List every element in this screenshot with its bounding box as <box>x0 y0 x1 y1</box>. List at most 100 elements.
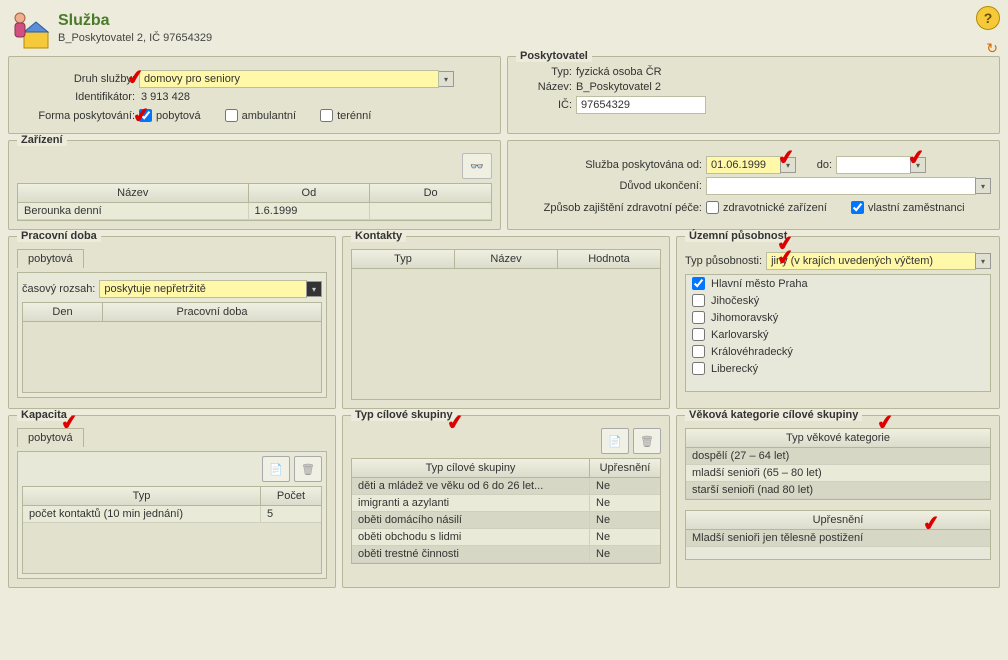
table-row[interactable]: oběti obchodu s lidmiNe <box>352 529 660 546</box>
contacts-col-hodnota: Hodnota <box>558 250 660 268</box>
provider-ic-label: IČ: <box>516 99 576 111</box>
territory-panel: Územní působnost ✔ Typ působnosti: jiný … <box>676 236 1000 409</box>
target-col-typ: Typ cílové skupiny <box>352 459 590 477</box>
service-type-panel: Druh služby: domovy pro seniory ▾ ✔ Iden… <box>8 56 501 134</box>
typ-pusobnosti-dropdown[interactable]: ▾ <box>975 253 991 269</box>
territory-legend: Územní působnost <box>685 230 791 242</box>
facility-col-od: Od <box>249 184 371 202</box>
table-row[interactable]: oběti domácího násilíNe <box>352 512 660 529</box>
typ-pusobnosti-input[interactable]: jiný (v krajích uvedených výčtem) <box>766 252 976 270</box>
provider-nazev-value: B_Poskytovatel 2 <box>576 81 661 93</box>
page-title: Služba <box>58 12 212 30</box>
age-category-panel: Věková kategorie cílové skupiny ✔ Typ vě… <box>676 415 1000 588</box>
terenni-checkbox[interactable] <box>320 109 333 122</box>
provider-typ-value: fyzická osoba ČR <box>576 66 662 78</box>
table-row[interactable]: starší senioři (nad 80 let) <box>686 482 990 499</box>
capacity-row[interactable]: počet kontaktů (10 min jednání) 5 <box>23 506 321 523</box>
add-target-button[interactable]: 📄 <box>601 428 629 454</box>
regions-list[interactable]: Hlavní město Praha Jihočeský Jihomoravsk… <box>685 274 991 392</box>
contacts-col-nazev: Název <box>455 250 558 268</box>
working-hours-legend: Pracovní doba <box>17 230 101 242</box>
table-row[interactable]: oběti trestné činnostiNe <box>352 546 660 563</box>
do-dropdown[interactable]: ▾ <box>910 157 926 173</box>
do-label: do: <box>796 159 836 171</box>
do-input[interactable] <box>836 156 911 174</box>
facility-row[interactable]: Berounka denní 1.6.1999 <box>18 203 491 220</box>
ambulantni-checkbox[interactable] <box>225 109 238 122</box>
region-item[interactable]: Jihomoravský <box>686 309 990 326</box>
facility-col-do: Do <box>370 184 491 202</box>
region-item[interactable]: Liberecký <box>686 360 990 377</box>
contacts-panel: Kontakty Typ Název Hodnota <box>342 236 670 409</box>
target-group-panel: Typ cílové skupiny ✔ 📄 🗑 Typ cílové skup… <box>342 415 670 588</box>
capacity-tab-pobytova[interactable]: pobytová <box>17 428 84 447</box>
zdravot-zarizeni-wrap[interactable]: zdravotnické zařízení <box>706 201 827 214</box>
tab-pobytova[interactable]: pobytová <box>17 249 84 268</box>
duvod-input[interactable] <box>706 177 976 195</box>
typ-pusobnosti-label: Typ působnosti: <box>685 255 766 267</box>
capacity-panel: Kapacita ✔ pobytová 📄 🗑 Typ Počet počet … <box>8 415 336 588</box>
provider-panel: Poskytovatel Typ: fyzická osoba ČR Název… <box>507 56 1000 134</box>
region-item[interactable]: Hlavní město Praha <box>686 275 990 292</box>
table-row[interactable]: mladší senioři (65 – 80 let) <box>686 465 990 482</box>
refresh-icon[interactable]: ↻ <box>986 40 998 57</box>
service-dates-panel: Služba poskytována od: 01.06.1999 ▾ do: … <box>507 140 1000 230</box>
capacity-col-typ: Typ <box>23 487 261 505</box>
region-item[interactable]: Karlovarský <box>686 326 990 343</box>
capacity-col-pocet: Počet <box>261 487 321 505</box>
region-item[interactable]: Jihočeský <box>686 292 990 309</box>
facility-legend: Zařízení <box>17 134 67 146</box>
provider-nazev-label: Název: <box>516 81 576 93</box>
od-dropdown[interactable]: ▾ <box>780 157 796 173</box>
region-item[interactable]: Královéhradecký <box>686 343 990 360</box>
wh-col-den: Den <box>23 303 103 321</box>
terenni-checkbox-wrap[interactable]: terénní <box>320 109 371 122</box>
service-icon <box>10 8 50 48</box>
duvod-dropdown[interactable]: ▾ <box>975 178 991 194</box>
table-row[interactable]: Mladší senioři jen tělesně postižení <box>686 530 990 547</box>
binoculars-icon[interactable]: 👓 <box>462 153 492 179</box>
table-row[interactable]: dospělí (27 – 64 let) <box>686 448 990 465</box>
service-type-dropdown[interactable]: ▾ <box>438 71 454 87</box>
rozsah-label: časový rozsah: <box>22 283 99 295</box>
vlastni-zam-checkbox[interactable] <box>851 201 864 214</box>
working-hours-panel: Pracovní doba pobytová časový rozsah: po… <box>8 236 336 409</box>
pobytova-checkbox[interactable] <box>139 109 152 122</box>
help-icon[interactable]: ? <box>976 6 1000 30</box>
capacity-legend: Kapacita <box>17 409 71 421</box>
service-type-input[interactable]: domovy pro seniory <box>139 70 439 88</box>
vlastni-zam-wrap[interactable]: vlastní zaměstnanci <box>851 201 965 214</box>
facility-table: Název Od Do Berounka denní 1.6.1999 <box>17 183 492 221</box>
contacts-col-typ: Typ <box>352 250 455 268</box>
contacts-legend: Kontakty <box>351 230 406 242</box>
rozsah-dropdown[interactable]: ▾ <box>306 281 322 297</box>
table-row[interactable]: imigranti a azylantiNe <box>352 495 660 512</box>
provider-legend: Poskytovatel <box>516 50 592 62</box>
pobytova-checkbox-wrap[interactable]: pobytová <box>139 109 201 122</box>
service-type-label: Druh služby: <box>17 73 139 85</box>
page-subtitle: B_Poskytovatel 2, IČ 97654329 <box>58 32 212 44</box>
age-category-legend: Věková kategorie cílové skupiny <box>685 409 862 421</box>
facility-col-nazev: Název <box>18 184 249 202</box>
zdravot-zarizeni-checkbox[interactable] <box>706 201 719 214</box>
facility-panel: Zařízení 👓 Název Od Do Berounka denní 1.… <box>8 140 501 230</box>
ambulantni-checkbox-wrap[interactable]: ambulantní <box>225 109 296 122</box>
zpusob-label: Způsob zajištění zdravotní péče: <box>516 202 706 214</box>
remove-target-button[interactable]: 🗑 <box>633 428 661 454</box>
provider-ic-input[interactable]: 97654329 <box>576 96 706 114</box>
target-group-legend: Typ cílové skupiny <box>351 409 457 421</box>
age-col: Typ věkové kategorie <box>686 429 990 447</box>
form-label: Forma poskytování: <box>17 110 139 122</box>
target-col-upr: Upřesnění <box>590 459 660 477</box>
header: Služba B_Poskytovatel 2, IČ 97654329 ? ↻ <box>0 0 1008 52</box>
table-row[interactable]: děti a mládež ve věku od 6 do 26 let...N… <box>352 478 660 495</box>
od-input[interactable]: 01.06.1999 <box>706 156 781 174</box>
remove-capacity-button[interactable]: 🗑 <box>294 456 322 482</box>
add-capacity-button[interactable]: 📄 <box>262 456 290 482</box>
identifier-label: Identifikátor: <box>17 91 139 103</box>
rozsah-input[interactable]: poskytuje nepřetržitě <box>99 280 307 298</box>
wh-col-doba: Pracovní doba <box>103 303 321 321</box>
identifier-value: 3 913 428 <box>139 91 190 103</box>
od-label: Služba poskytována od: <box>516 159 706 171</box>
upresneni-col: Upřesnění <box>686 511 990 529</box>
